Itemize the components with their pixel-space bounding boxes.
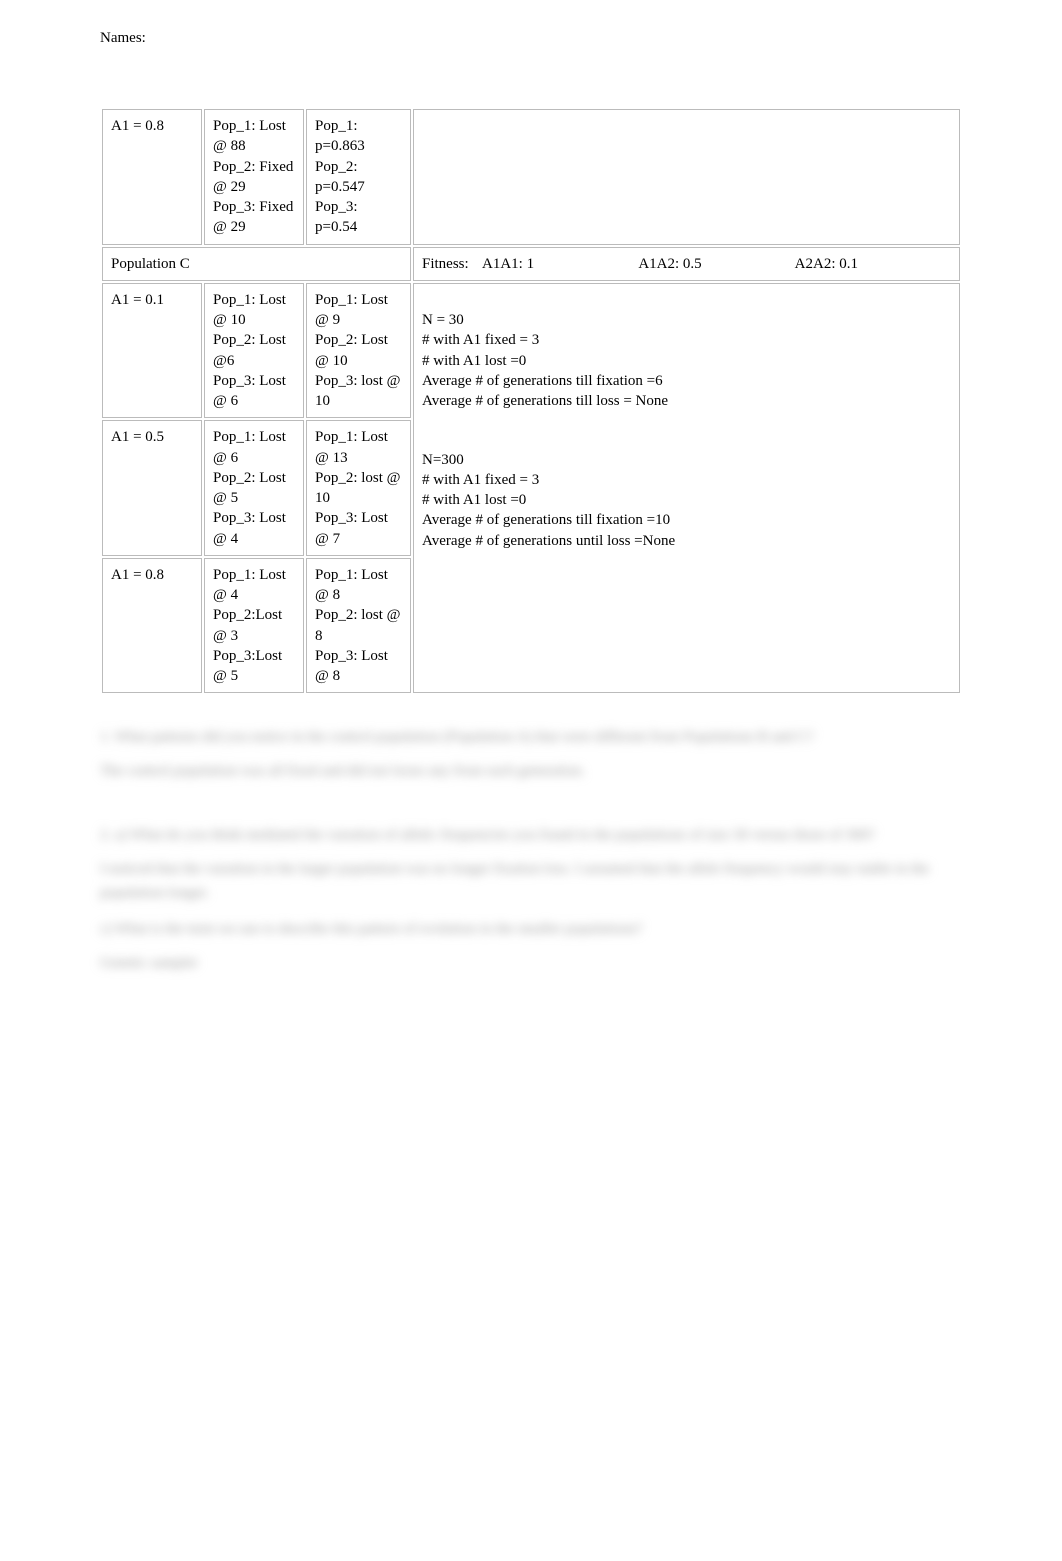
data-table: A1 = 0.8 Pop_1: Lost @ 88 Pop_2: Fixed @… (100, 107, 962, 695)
cell-pop-n30: Pop_1: Lost @ 10 Pop_2: Lost @6 Pop_3: L… (204, 283, 304, 419)
cell-pop-n30: Pop_1: Lost @ 4 Pop_2:Lost @ 3 Pop_3:Los… (204, 558, 304, 694)
cell-a1: A1 = 0.5 (102, 420, 202, 556)
names-label: Names: (100, 30, 962, 47)
fitness-a2a2: A2A2: 0.1 (795, 254, 951, 274)
cell-a1: A1 = 0.8 (102, 558, 202, 694)
table-row: A1 = 0.1 Pop_1: Lost @ 10 Pop_2: Lost @6… (102, 283, 960, 419)
table-row: A1 = 0.8 Pop_1: Lost @ 88 Pop_2: Fixed @… (102, 109, 960, 245)
table-row: Population C Fitness: A1A1: 1 A1A2: 0.5 … (102, 247, 960, 281)
question-2c: c) What is the term we use to describe t… (100, 917, 962, 941)
fitness-a1a1: A1A1: 1 (482, 254, 638, 274)
cell-summary (413, 109, 960, 245)
cell-pop-n30: Pop_1: Lost @ 88 Pop_2: Fixed @ 29 Pop_3… (204, 109, 304, 245)
cell-population-label: Population C (102, 247, 411, 281)
cell-pop-n300: Pop_1: Lost @ 13 Pop_2: lost @ 10 Pop_3:… (306, 420, 411, 556)
cell-a1: A1 = 0.1 (102, 283, 202, 419)
cell-a1: A1 = 0.8 (102, 109, 202, 245)
fitness-label: Fitness: (422, 254, 482, 274)
cell-pop-n300: Pop_1: Lost @ 8 Pop_2: lost @ 8 Pop_3: L… (306, 558, 411, 694)
question-1: 1. What patterns did you notice in the c… (100, 725, 962, 749)
cell-fitness: Fitness: A1A1: 1 A1A2: 0.5 A2A2: 0.1 (413, 247, 960, 281)
question-2a: 2. a) What do you think mediated the var… (100, 823, 962, 847)
answer-2c: Genetic sampler (100, 951, 962, 975)
cell-pop-n300: Pop_1: p=0.863 Pop_2: p=0.547 Pop_3: p=0… (306, 109, 411, 245)
cell-summary: N = 30 # with A1 fixed = 3 # with A1 los… (413, 283, 960, 694)
answer-2a: I noticed that the variation in the larg… (100, 857, 962, 905)
fitness-a1a2: A1A2: 0.5 (638, 254, 794, 274)
cell-pop-n30: Pop_1: Lost @ 6 Pop_2: Lost @ 5 Pop_3: L… (204, 420, 304, 556)
cell-pop-n300: Pop_1: Lost @ 9 Pop_2: Lost @ 10 Pop_3: … (306, 283, 411, 419)
answer-1: The control population was all fixed and… (100, 759, 962, 783)
